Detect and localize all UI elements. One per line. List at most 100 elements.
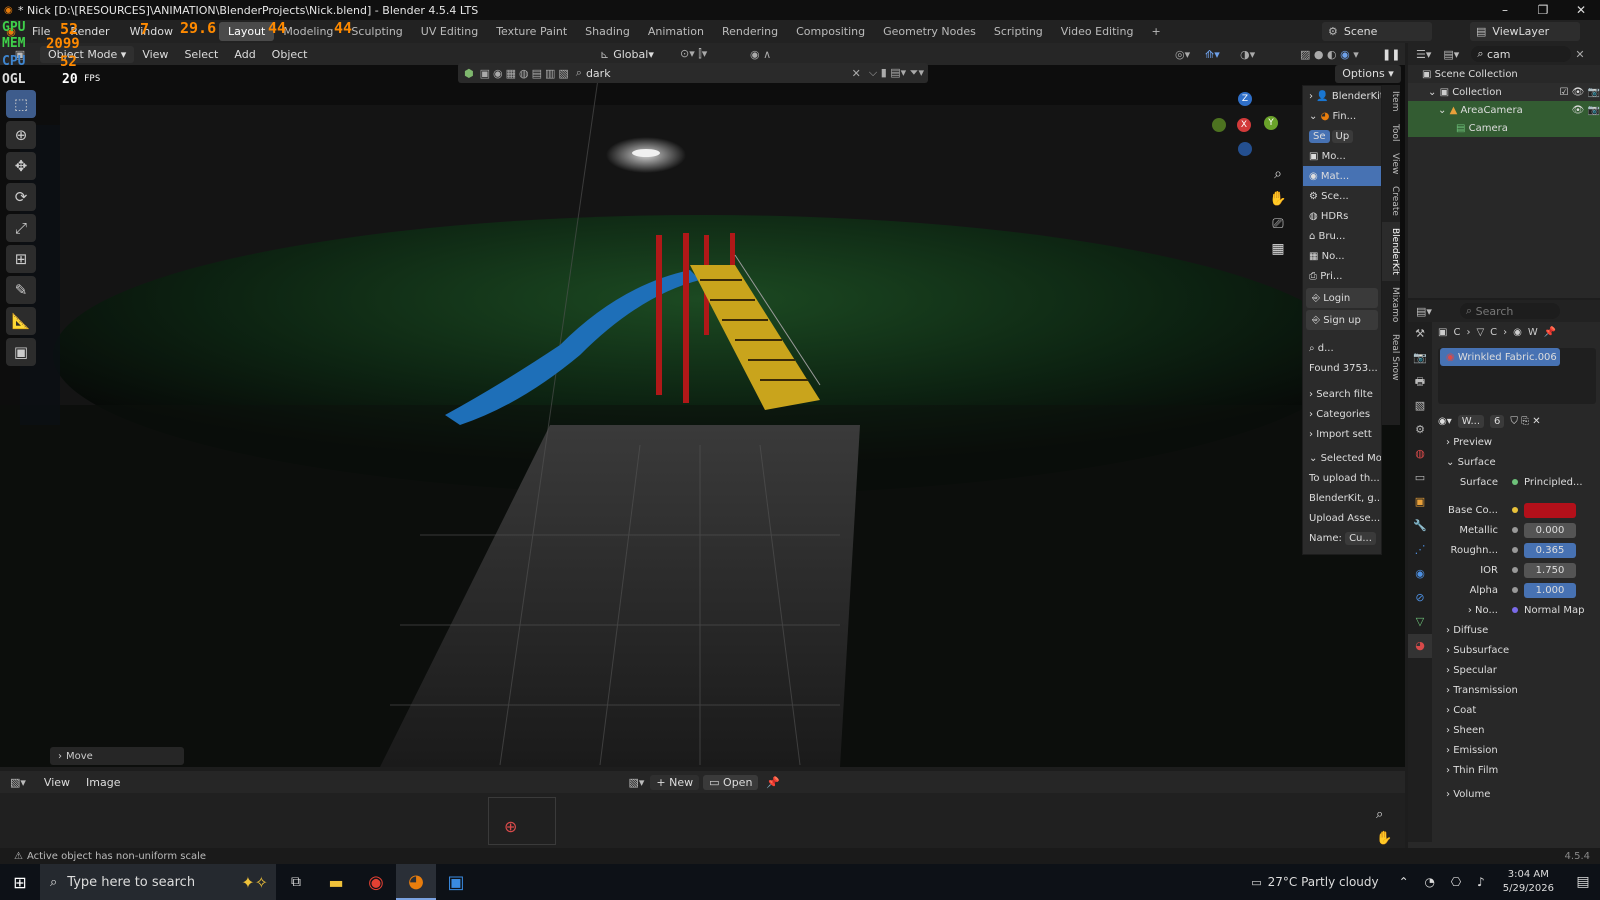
scale-icon[interactable]: ⤢ <box>6 214 36 242</box>
asset-type-material[interactable]: ◉ Mat... <box>1303 166 1381 186</box>
notification-icon[interactable]: ▤ <box>1566 874 1600 890</box>
output-tab-icon[interactable]: 🖶 <box>1408 370 1432 394</box>
coat-section[interactable]: › Coat <box>1434 700 1600 720</box>
scene-selector[interactable]: ⚙ Scene <box>1322 22 1432 41</box>
tab-view[interactable]: View <box>1382 147 1400 180</box>
tab-shading[interactable]: Shading <box>576 22 639 41</box>
image-view-menu[interactable]: View <box>36 776 78 789</box>
object-tab-icon[interactable]: ▣ <box>1408 490 1432 514</box>
pan-hand-icon[interactable]: ✋ <box>1268 187 1288 212</box>
app-icon[interactable]: ▣ <box>436 872 476 893</box>
view-layer-selector[interactable]: ▤ ViewLayer <box>1470 22 1580 41</box>
blender-taskbar-icon[interactable]: ◕ <box>396 864 436 900</box>
name-field[interactable]: Cu... <box>1345 531 1376 545</box>
outliner-row-scene-collection[interactable]: ▣ Scene Collection <box>1408 65 1600 83</box>
physics-tab-icon[interactable]: ◉ <box>1408 562 1432 586</box>
tab-item[interactable]: Item <box>1382 85 1400 118</box>
material-tab-icon[interactable]: ◕ <box>1408 634 1432 658</box>
clock[interactable]: 3:04 AM 5/29/2026 <box>1491 868 1566 896</box>
tab-sculpting[interactable]: Sculpting <box>342 22 411 41</box>
weather-icon[interactable]: ▭ <box>1251 876 1267 889</box>
menu-file[interactable]: File <box>22 25 60 38</box>
render-tab-icon[interactable]: 📷 <box>1408 346 1432 370</box>
tab-rendering[interactable]: Rendering <box>713 22 787 41</box>
volume-section[interactable]: › Volume <box>1434 784 1600 804</box>
outliner-row-areacamera[interactable]: ⌄ ▲ AreaCamera 👁 📷 <box>1408 101 1600 119</box>
image-browse-icon[interactable]: ▧▾ <box>628 776 644 789</box>
tab-uv-editing[interactable]: UV Editing <box>412 22 487 41</box>
tab-compositing[interactable]: Compositing <box>787 22 874 41</box>
asset-type-hdr[interactable]: ◍ HDRs <box>1303 206 1381 226</box>
properties-search[interactable]: ⌕ Search <box>1459 303 1560 319</box>
clear-icon[interactable]: ✕ <box>1575 48 1584 61</box>
search-filters-section[interactable]: › Search filte <box>1303 384 1381 404</box>
ior-field[interactable]: 1.750 <box>1524 562 1576 578</box>
signup-button[interactable]: ⎆ Sign up <box>1306 310 1378 330</box>
gizmo-neg-y[interactable] <box>1212 118 1226 132</box>
tab-video-editing[interactable]: Video Editing <box>1052 22 1143 41</box>
normal-row[interactable]: › No... Normal Map <box>1434 600 1600 620</box>
scene-tab-icon[interactable]: ⚙ <box>1408 418 1432 442</box>
cursor-icon[interactable]: ⊕ <box>6 121 36 149</box>
tab-search[interactable]: Se <box>1309 129 1330 143</box>
shading-modes-icon[interactable]: ▨ ● ◐ ◉ ▾ <box>1300 48 1359 61</box>
browse-material-icon[interactable]: ◉▾ <box>1438 416 1452 427</box>
blender-menu-icon[interactable]: ◉ <box>0 25 22 38</box>
gizmo-x-axis[interactable]: X <box>1237 118 1251 132</box>
editor-type-icon[interactable]: ▣ <box>0 48 40 61</box>
close-button[interactable]: ✕ <box>1562 3 1600 17</box>
tray-icons[interactable]: ⌃ ◔ ⎔ ♪ <box>1399 875 1491 889</box>
uv-cursor-icon[interactable]: ⊕ <box>504 817 517 836</box>
specular-section[interactable]: › Specular <box>1434 660 1600 680</box>
image-editor-type-icon[interactable]: ▧▾ <box>0 776 36 789</box>
camera-view-icon[interactable]: ⎚ <box>1268 212 1288 237</box>
add-cube-icon[interactable]: ▣ <box>6 338 36 366</box>
asset-search-input[interactable]: dark <box>586 67 848 80</box>
tab-blenderkit[interactable]: BlenderKit <box>1382 222 1400 282</box>
weather-text[interactable]: 27°C Partly cloudy <box>1268 875 1399 889</box>
properties-editor-icon[interactable]: ▤▾ <box>1408 305 1440 318</box>
windows-start-icon[interactable]: ⊞ <box>0 873 40 892</box>
base-color-swatch[interactable] <box>1524 502 1576 518</box>
transmission-section[interactable]: › Transmission <box>1434 680 1600 700</box>
fake-user-icon[interactable]: ⛉ ⎘ ✕ <box>1510 416 1540 427</box>
pin-icon[interactable]: 📌 <box>1544 327 1556 338</box>
pan-hand-icon[interactable]: ✋ <box>1376 831 1392 846</box>
minimize-button[interactable]: – <box>1486 3 1524 17</box>
tab-texture-paint[interactable]: Texture Paint <box>487 22 576 41</box>
operator-panel[interactable]: › Move <box>50 747 184 765</box>
open-image-button[interactable]: ▭ Open <box>703 774 759 790</box>
blenderkit-header[interactable]: › 👤 BlenderKit <box>1303 86 1381 106</box>
collection-tab-icon[interactable]: ▭ <box>1408 466 1432 490</box>
gizmo-z-axis[interactable]: Z <box>1238 92 1252 106</box>
image-editor[interactable]: ▧▾ View Image ▧▾ + New ▭ Open 📌 ⊕ ⌕ ✋ <box>0 771 1405 848</box>
image-menu[interactable]: Image <box>78 776 128 789</box>
login-button[interactable]: ⎆ Login <box>1306 288 1378 308</box>
select-menu[interactable]: Select <box>176 48 226 61</box>
file-explorer-icon[interactable]: ▬ <box>316 873 356 892</box>
measure-icon[interactable]: 📐 <box>6 307 36 335</box>
subsurface-section[interactable]: › Subsurface <box>1434 640 1600 660</box>
display-mode-icon[interactable]: ▤▾ <box>1439 48 1463 61</box>
zoom-icon[interactable]: ⌕ <box>1268 162 1288 187</box>
search-options-icon[interactable]: ⌵ ▮ ▤▾ ⏷▾ <box>865 66 928 80</box>
transform-icon[interactable]: ⊞ <box>6 245 36 273</box>
roughness-field[interactable]: 0.365 <box>1524 542 1576 558</box>
users-count[interactable]: 6 <box>1490 414 1505 428</box>
pivot-icon[interactable]: ⊙▾ ⫿▾ <box>680 47 707 61</box>
outliner-editor-icon[interactable]: ☰▾ <box>1408 48 1439 61</box>
asset-type-model[interactable]: ▣ Mo... <box>1303 146 1381 166</box>
gizmo-y-axis[interactable]: Y <box>1264 116 1278 130</box>
object-menu[interactable]: Object <box>264 48 316 61</box>
visibility-icon[interactable]: ◎▾ <box>1175 48 1190 61</box>
find-section[interactable]: ⌄ ◕ Fin... <box>1303 106 1381 126</box>
surface-shader-field[interactable]: Principled... <box>1524 477 1583 488</box>
data-tab-icon[interactable]: ▽ <box>1408 610 1432 634</box>
tab-geometry-nodes[interactable]: Geometry Nodes <box>874 22 985 41</box>
zoom-icon[interactable]: ⌕ <box>1376 807 1383 822</box>
transform-orientation[interactable]: ⊾ Global ▾ <box>600 48 654 61</box>
import-settings-section[interactable]: › Import sett <box>1303 424 1381 444</box>
gizmo-neg-z[interactable] <box>1238 142 1252 156</box>
add-workspace-button[interactable]: + <box>1142 22 1169 41</box>
material-name-field[interactable]: W... <box>1457 414 1485 428</box>
